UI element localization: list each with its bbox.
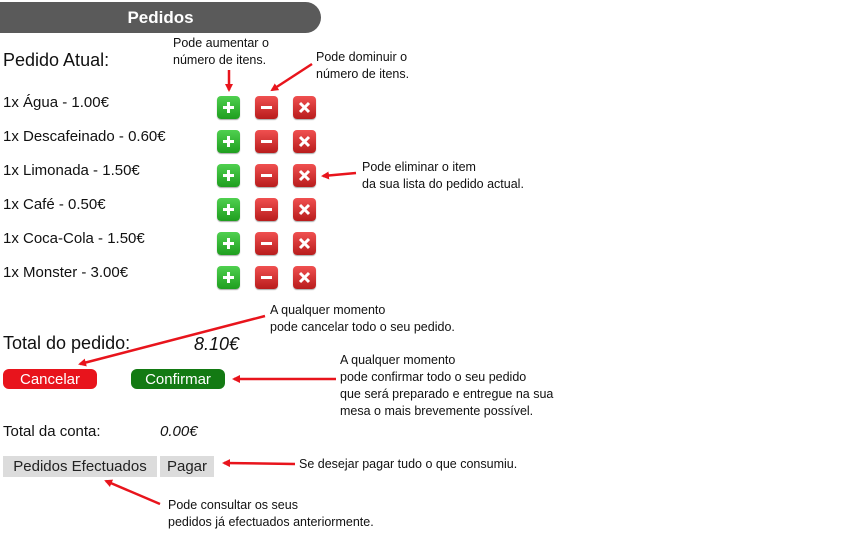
cancel-arrow <box>78 314 266 367</box>
decrease-arrow <box>270 62 313 92</box>
annotation-arrows <box>78 62 357 506</box>
orders-arrow <box>104 479 161 506</box>
delete-arrow <box>321 171 357 180</box>
pay-arrow <box>222 459 296 468</box>
